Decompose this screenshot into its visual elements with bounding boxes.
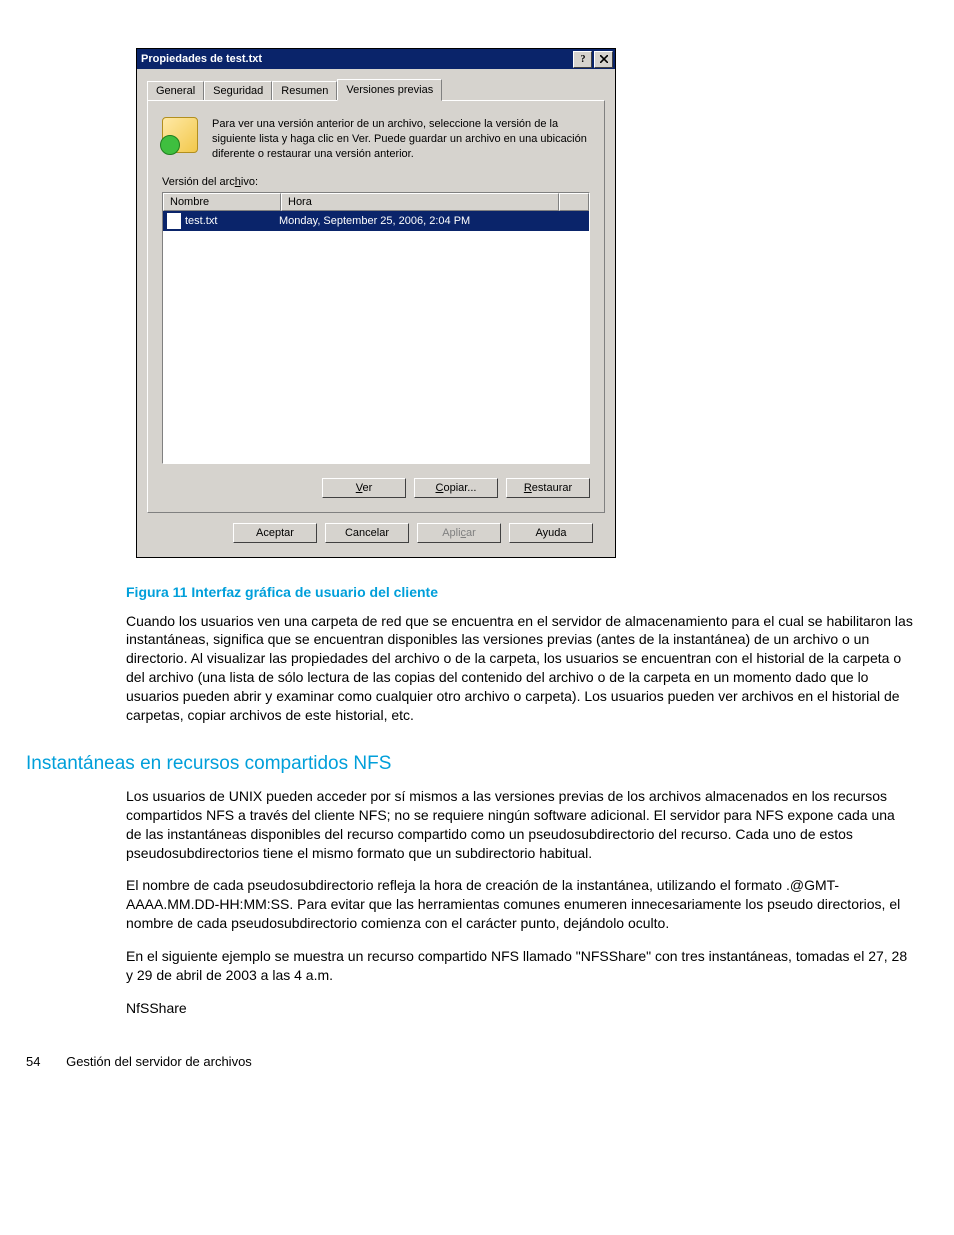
apply-button[interactable]: Aplicar [417, 523, 501, 543]
tab-summary[interactable]: Resumen [272, 81, 337, 100]
version-listview[interactable]: Nombre Hora test.txt Monday, September 2… [162, 192, 590, 464]
copy-button[interactable]: Copiar... [414, 478, 498, 498]
section-heading: Instantáneas en recursos compartidos NFS [26, 753, 934, 775]
column-header-stub [559, 193, 589, 211]
properties-dialog: Propiedades de test.txt ? General Seguri… [136, 48, 616, 558]
paragraph: En el siguiente ejemplo se muestra un re… [126, 947, 914, 985]
restore-button[interactable]: Restaurar [506, 478, 590, 498]
svg-text:?: ? [580, 54, 585, 64]
help-icon[interactable]: ? [573, 51, 592, 68]
section-label: Versión del archivo: [162, 176, 590, 188]
paragraph: NfSShare [126, 999, 914, 1018]
list-item-time: Monday, September 25, 2006, 2:04 PM [279, 215, 470, 227]
paragraph: Cuando los usuarios ven una carpeta de r… [126, 612, 914, 725]
column-header-name[interactable]: Nombre [163, 193, 281, 211]
file-icon [167, 213, 181, 229]
tab-panel: Para ver una versión anterior de un arch… [147, 100, 605, 513]
ok-button[interactable]: Aceptar [233, 523, 317, 543]
titlebar-text: Propiedades de test.txt [141, 53, 571, 65]
dialog-footer: Aceptar Cancelar Aplicar Ayuda [147, 513, 605, 543]
titlebar[interactable]: Propiedades de test.txt ? [137, 49, 615, 69]
listview-header[interactable]: Nombre Hora [163, 193, 589, 211]
paragraph: El nombre de cada pseudosubdirectorio re… [126, 876, 914, 933]
figure-caption: Figura 11 Interfaz gráfica de usuario de… [126, 584, 934, 600]
cancel-button[interactable]: Cancelar [325, 523, 409, 543]
tab-row: General Seguridad Resumen Versiones prev… [147, 79, 605, 100]
tab-security[interactable]: Seguridad [204, 81, 272, 100]
paragraph: Los usuarios de UNIX pueden acceder por … [126, 787, 914, 863]
page-number: 54 [26, 1054, 40, 1069]
info-text: Para ver una versión anterior de un arch… [212, 117, 590, 162]
inner-button-row: Ver Copiar... Restaurar [162, 478, 590, 498]
close-icon[interactable] [594, 51, 613, 68]
tab-general[interactable]: General [147, 81, 204, 100]
list-item[interactable]: test.txt Monday, September 25, 2006, 2:0… [163, 211, 589, 231]
list-item-name: test.txt [185, 215, 217, 227]
help-button[interactable]: Ayuda [509, 523, 593, 543]
column-header-time[interactable]: Hora [281, 193, 559, 211]
footer-text: Gestión del servidor de archivos [66, 1054, 252, 1069]
page-footer: 54 Gestión del servidor de archivos [26, 1054, 934, 1069]
previous-versions-icon [162, 117, 198, 153]
tab-previous-versions[interactable]: Versiones previas [337, 79, 442, 101]
view-button[interactable]: Ver [322, 478, 406, 498]
